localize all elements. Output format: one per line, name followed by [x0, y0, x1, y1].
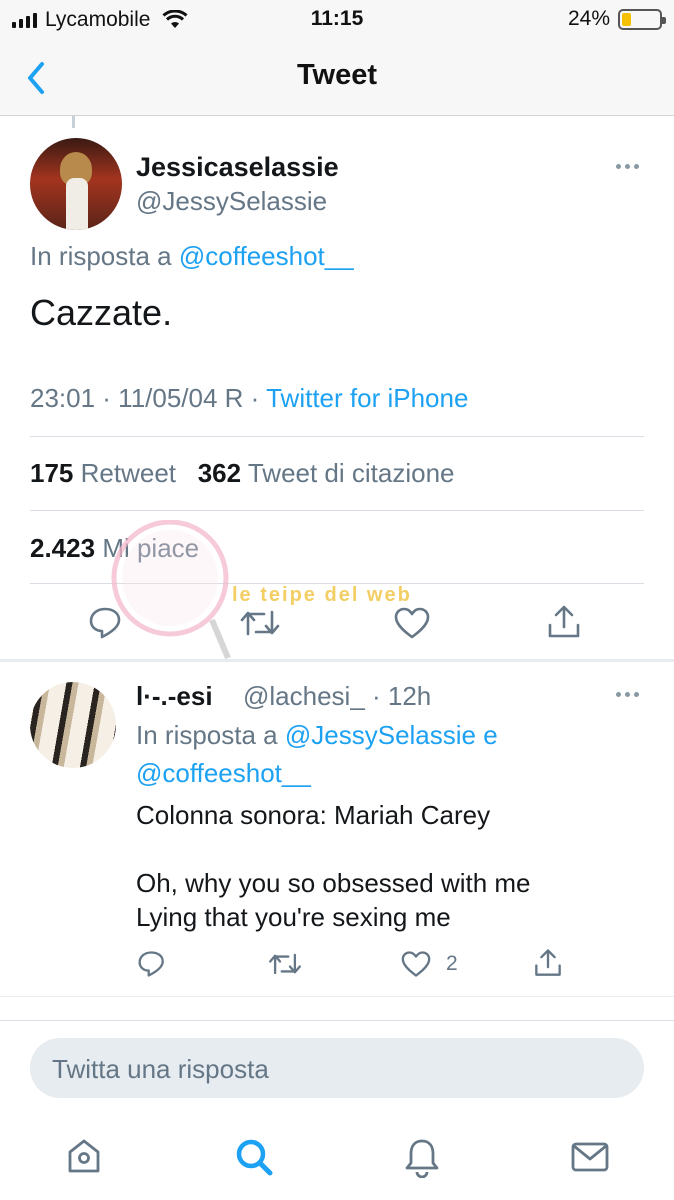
share-icon[interactable] [533, 948, 563, 978]
reply-join: e [483, 720, 498, 750]
stats-row: 175 Retweet 362 Tweet di citazione [30, 458, 455, 489]
reply-context: In risposta a @coffeeshot__ [30, 241, 354, 272]
avatar[interactable] [30, 682, 116, 768]
reply-mention-link[interactable]: @JessySelassie [285, 720, 476, 750]
avatar[interactable] [30, 138, 122, 230]
reply-mention-link[interactable]: @coffeeshot__ [136, 758, 311, 788]
status-bar: Lycamobile 11:15 24% [0, 0, 674, 40]
retweet-stat[interactable]: 175 Retweet [30, 458, 176, 488]
heart-icon[interactable] [393, 606, 431, 640]
tab-bar [0, 1120, 674, 1200]
section-divider [0, 659, 674, 662]
reply-text-line: Colonna sonora: Mariah Carey [136, 800, 491, 830]
battery-percent: 24% [567, 7, 610, 30]
retweet-icon[interactable] [268, 950, 302, 978]
reply-prefix: In risposta a [30, 241, 172, 271]
reply-context: In risposta a @JessySelassie e @coffeesh… [136, 716, 636, 792]
author-name[interactable]: Jessicaselassie [136, 152, 339, 183]
tweet-meta: 23:01 · 11/05/04 R · Twitter for iPhone [30, 383, 468, 414]
compose-placeholder: Twitta una risposta [52, 1054, 269, 1084]
thread-connector [72, 116, 75, 128]
quote-stat[interactable]: 362 Tweet di citazione [198, 458, 455, 488]
tweet-timestamp: 23:01 · 11/05/04 R · [30, 383, 260, 413]
battery-icon [618, 8, 666, 30]
watermark-text: le teipe del web [232, 584, 412, 606]
status-right: 24% [567, 7, 666, 31]
reply-author-name[interactable]: l·-.-esi [136, 681, 213, 712]
reply-compose-input[interactable]: Twitta una risposta [30, 1038, 644, 1098]
nav-bar: Tweet [0, 40, 674, 116]
reply-prefix: In risposta a [136, 720, 278, 750]
reply-text: Colonna sonora: Mariah Carey Oh, why you… [136, 798, 531, 934]
reply-icon[interactable] [137, 950, 167, 978]
home-icon[interactable] [64, 1136, 104, 1176]
reply-text-line: Oh, why you so obsessed with me [136, 868, 531, 898]
tweet-source-link[interactable]: Twitter for iPhone [266, 383, 468, 413]
more-dots-icon[interactable] [616, 164, 639, 169]
like-count: 2 [446, 952, 458, 975]
heart-icon[interactable] [400, 950, 432, 978]
retweet-icon[interactable] [240, 606, 280, 640]
page-title: Tweet [296, 59, 378, 91]
reply-author-handle[interactable]: @lachesi_ · 12h [243, 681, 431, 712]
search-icon[interactable] [233, 1136, 275, 1178]
watermark-logo [111, 520, 231, 660]
mail-icon[interactable] [570, 1136, 610, 1176]
author-handle[interactable]: @JessySelassie [136, 186, 327, 217]
reply-text-line [136, 832, 531, 866]
more-dots-icon[interactable] [616, 692, 639, 697]
reply-text-line: Lying that you're sexing me [136, 902, 451, 932]
tweet-text: Cazzate. [30, 292, 173, 333]
divider [30, 436, 644, 437]
divider [30, 510, 644, 511]
reply-mention-link[interactable]: @coffeeshot__ [179, 241, 354, 271]
divider [0, 996, 674, 997]
share-icon[interactable] [546, 604, 582, 640]
bell-icon[interactable] [402, 1136, 442, 1178]
